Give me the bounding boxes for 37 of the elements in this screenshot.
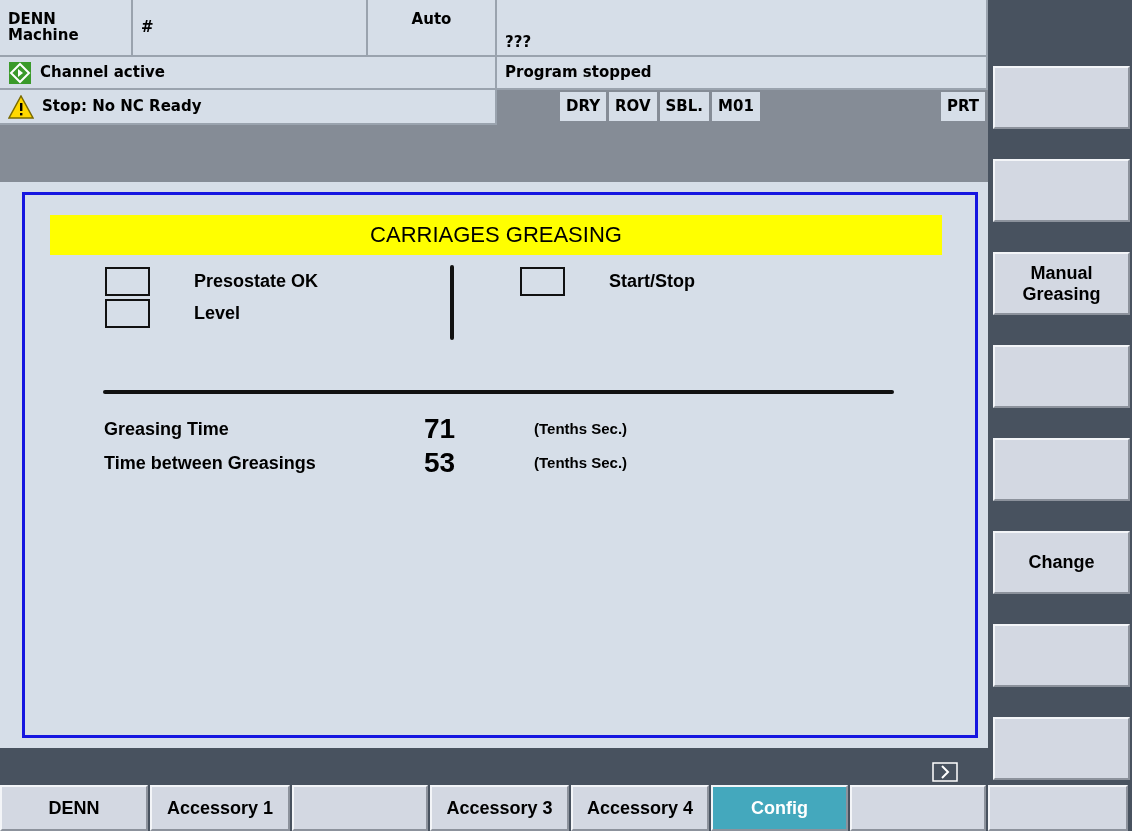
channel-status: Channel active [40, 64, 165, 81]
mode-label: Auto [368, 0, 497, 57]
softkey-button[interactable] [988, 785, 1128, 831]
next-page-icon[interactable] [932, 762, 958, 782]
status-flag: DRY [560, 92, 607, 121]
softkey-button[interactable]: Accessory 4 [571, 785, 709, 831]
panel-title: CARRIAGES GREASING [50, 215, 942, 255]
softkey-button[interactable]: Manual Greasing [993, 252, 1130, 315]
softkey-button[interactable] [993, 717, 1130, 780]
status-flag: PRT [940, 92, 985, 121]
parameter-unit: (Tenths Sec.) [534, 418, 629, 439]
softkey-button[interactable] [993, 438, 1130, 501]
parameter-value: 71 [424, 412, 457, 446]
softkey-button[interactable]: Accessory 1 [150, 785, 290, 831]
status-flag: ROV [609, 92, 657, 121]
status-flag: M01 [712, 92, 760, 121]
channel-active-icon [8, 60, 32, 85]
parameter-label: Time between Greasings [104, 451, 317, 475]
indicator-label: Presostate OK [194, 269, 319, 293]
softkey-button[interactable]: Change [993, 531, 1130, 594]
softkey-button[interactable]: Accessory 3 [430, 785, 569, 831]
indicator-label: Start/Stop [609, 269, 695, 293]
machine-name: DENN Machine [0, 0, 133, 57]
indicator-label: Level [194, 301, 241, 325]
softkey-button[interactable] [292, 785, 428, 831]
warning-icon [8, 94, 34, 119]
status-flag: SBL. [659, 92, 710, 121]
softkey-button[interactable] [993, 159, 1130, 222]
parameter-value: 53 [424, 446, 457, 480]
alarm-message: Stop: No NC Ready [42, 98, 202, 115]
softkey-button[interactable] [993, 345, 1130, 408]
parameter-unit: (Tenths Sec.) [534, 452, 629, 473]
softkey-button[interactable]: DENN [0, 785, 148, 831]
softkey-button[interactable] [993, 66, 1130, 129]
program-name: ??? [497, 0, 988, 57]
softkey-button[interactable] [993, 624, 1130, 687]
parameter-label: Greasing Time [104, 417, 230, 441]
